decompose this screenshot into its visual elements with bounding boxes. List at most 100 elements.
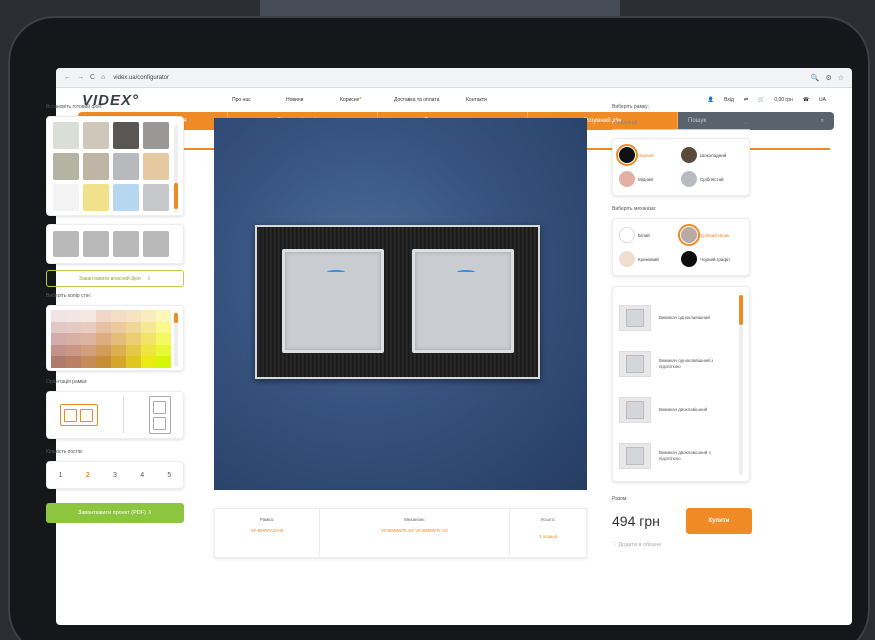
wall-color-cell[interactable] [81, 310, 96, 322]
wall-color-cell[interactable] [126, 321, 141, 334]
wall-color-cell[interactable] [141, 321, 156, 334]
bg-swatch[interactable] [83, 122, 109, 149]
forward-arrow-icon[interactable]: → [77, 74, 84, 81]
list-item[interactable]: Вимикач двоклавішний з підсвіткою [619, 433, 743, 479]
wall-color-cell[interactable] [126, 356, 141, 368]
list-scrollbar[interactable] [739, 295, 743, 475]
language-select[interactable]: UA [819, 97, 826, 103]
list-item[interactable]: Вимикач одноклавішний [619, 295, 743, 341]
buy-button[interactable]: Купити [686, 508, 752, 534]
wall-color-cell[interactable] [156, 333, 171, 345]
spec-mech-values[interactable]: VF-BM9WTs-SS VF-BM9WTs-SS [381, 528, 448, 533]
download-pdf-button[interactable]: Завантажити проект (PDF) ⇩ [46, 503, 184, 523]
wall-color-cell[interactable] [51, 344, 66, 357]
post-option-2[interactable]: 2 [86, 472, 90, 479]
post-option-3[interactable]: 3 [113, 472, 117, 479]
wall-color-cell[interactable] [111, 333, 126, 345]
frame-material-select[interactable]: Алюміній ⌄ [612, 116, 750, 130]
bg-swatch[interactable] [83, 184, 109, 211]
wall-color-cell[interactable] [141, 310, 156, 322]
reload-icon[interactable]: C [90, 74, 95, 81]
cart-icon[interactable]: 🛒 [758, 97, 764, 103]
spec-frame-value[interactable]: VF-BHRFA2H-B [251, 528, 284, 533]
wall-color-cell[interactable] [111, 356, 126, 368]
wall-color-cell[interactable] [96, 356, 111, 368]
wall-color-cell[interactable] [51, 321, 66, 334]
mech-color-silver-silk[interactable]: Срібний Шовк [678, 224, 743, 246]
add-to-favorites[interactable]: ♡ Додати в обране [612, 542, 752, 548]
nav-about[interactable]: Про нас [232, 97, 286, 103]
frame-color-black[interactable]: Чорний [616, 144, 681, 166]
wall-color-cell[interactable] [81, 321, 96, 334]
wall-color-cell[interactable] [66, 356, 81, 368]
home-icon[interactable]: ⌂ [101, 74, 105, 81]
wall-color-cell[interactable] [66, 310, 81, 322]
wall-color-cell[interactable] [81, 333, 96, 345]
bookmark-star-icon[interactable]: ☆ [838, 74, 844, 82]
nav-contacts[interactable]: Контакти [466, 97, 520, 103]
wall-color-cell[interactable] [66, 321, 81, 334]
wall-color-cell[interactable] [126, 310, 141, 322]
bg-swatch[interactable] [53, 153, 79, 180]
bg-swatch[interactable] [53, 184, 79, 211]
list-item[interactable]: Вимикач одноклавішний з підсвіткою [619, 341, 743, 387]
wall-color-cell[interactable] [51, 333, 66, 345]
wall-color-cell[interactable] [51, 310, 66, 322]
wall-color-cell[interactable] [96, 344, 111, 357]
search-icon[interactable]: ⌕ [821, 118, 824, 125]
phone-icon[interactable]: ☎ [803, 97, 809, 103]
bg-swatch[interactable] [83, 231, 109, 257]
wall-color-cell[interactable] [156, 310, 171, 322]
post-option-5[interactable]: 5 [167, 472, 171, 479]
back-arrow-icon[interactable]: ← [64, 74, 71, 81]
wall-scrollbar[interactable] [174, 311, 178, 367]
bg-swatch[interactable] [143, 231, 169, 257]
wall-color-cell[interactable] [126, 344, 141, 357]
wall-color-cell[interactable] [96, 310, 111, 322]
frame-color-chocolate[interactable]: Шоколадний [681, 147, 743, 163]
nav-useful[interactable]: Корисне* [340, 97, 394, 103]
wall-color-cell[interactable] [66, 333, 81, 345]
wall-color-cell[interactable] [96, 321, 111, 334]
bg-swatch[interactable] [113, 184, 139, 211]
wall-color-cell[interactable] [81, 356, 96, 368]
mech-color-graphite[interactable]: Чорний графіт [681, 251, 743, 267]
wall-color-cell[interactable] [156, 356, 171, 368]
wall-color-cell[interactable] [81, 344, 96, 357]
bg-swatch[interactable] [113, 231, 139, 257]
bg-swatch[interactable] [143, 122, 169, 149]
extension-icon[interactable]: ⚙ [825, 74, 831, 82]
post-option-1[interactable]: 1 [59, 472, 63, 479]
user-icon[interactable]: 👤 [708, 97, 714, 103]
bg-scrollbar[interactable] [174, 125, 178, 213]
wall-color-cell[interactable] [111, 344, 126, 357]
bg-swatch[interactable] [113, 122, 139, 149]
wall-color-cell[interactable] [66, 344, 81, 357]
frame-color-silver[interactable]: Сріблястий [681, 171, 743, 187]
horizontal-frame-icon[interactable] [59, 404, 98, 426]
zoom-icon[interactable]: 🔍 [811, 74, 820, 82]
wall-color-cell[interactable] [96, 333, 111, 345]
mech-color-white[interactable]: Білий [619, 227, 681, 243]
url-bar[interactable]: videx.ua/configurator [113, 75, 810, 81]
wall-color-cell[interactable] [156, 344, 171, 357]
wall-color-cell[interactable] [126, 333, 141, 345]
bg-swatch[interactable] [53, 122, 79, 149]
frame-color-copper[interactable]: Мідний [619, 171, 681, 187]
bg-swatch[interactable] [143, 184, 169, 211]
bg-swatch[interactable] [113, 153, 139, 180]
wall-color-cell[interactable] [156, 321, 171, 334]
login-link[interactable]: Вхід [724, 97, 734, 103]
wall-color-cell[interactable] [111, 321, 126, 334]
post-option-4[interactable]: 4 [140, 472, 144, 479]
wall-color-cell[interactable] [141, 344, 156, 357]
compare-icon[interactable]: ⇄ [744, 97, 748, 103]
upload-background-button[interactable]: Завантажити власний фон ⇪ [46, 270, 184, 287]
bg-swatch[interactable] [53, 231, 79, 257]
list-item[interactable]: Вимикач двоклавішний [619, 387, 743, 433]
wall-color-cell[interactable] [141, 333, 156, 345]
nav-delivery[interactable]: Доставка та оплата [394, 97, 466, 103]
mech-color-cream[interactable]: Кремовий [619, 251, 681, 267]
bg-swatch[interactable] [143, 153, 169, 180]
wall-color-cell[interactable] [111, 310, 126, 322]
